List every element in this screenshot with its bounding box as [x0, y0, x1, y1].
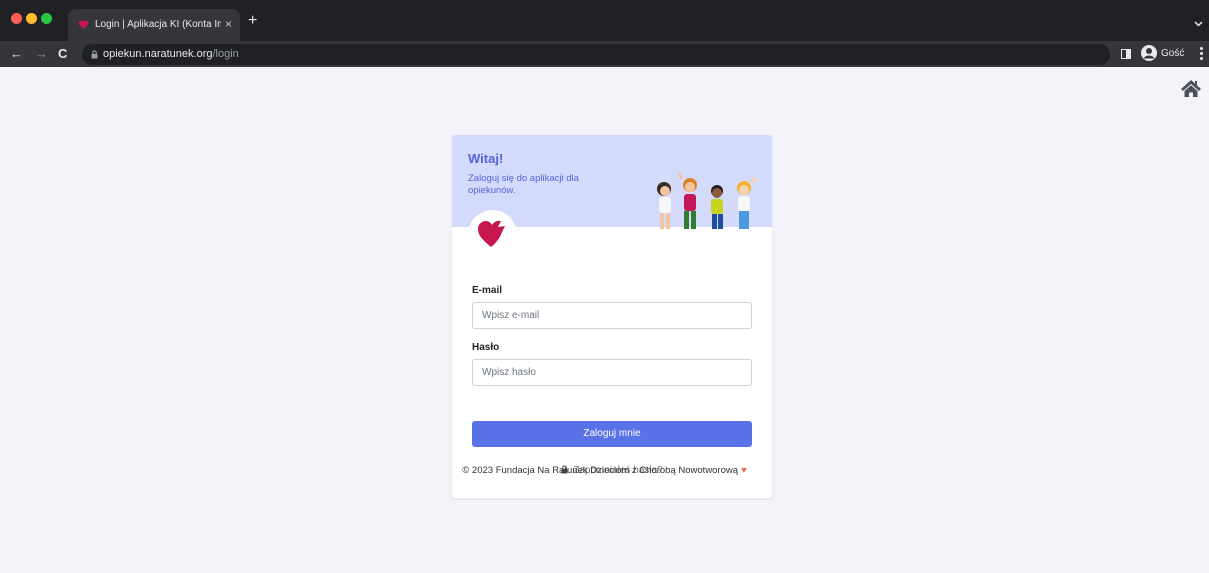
tab-search-chevron-icon[interactable] — [1194, 21, 1203, 27]
password-input[interactable]: Wpisz hasło — [472, 359, 752, 386]
reload-button[interactable]: C — [58, 45, 67, 63]
footer-copyright: © 2023 Fundacja Na Ratunek Dzieciom z Ch… — [462, 465, 739, 476]
email-label: E-mail — [472, 285, 503, 296]
browser-toolbar: ← → C opiekun.naratunek.org/login Gość — [0, 41, 1209, 67]
page-body: Witaj! Zaloguj się do aplikacji dla opie… — [8, 67, 1209, 573]
forward-button[interactable]: → — [35, 45, 48, 63]
browser-menu-icon[interactable] — [1200, 47, 1203, 61]
profile-label: Gość — [1161, 48, 1185, 59]
new-tab-button[interactable]: + — [248, 13, 257, 29]
window-maximize-button[interactable] — [41, 13, 52, 24]
browser-tab-bar: Login | Aplikacja KI (Konta Imie × + — [0, 0, 1209, 41]
window-minimize-button[interactable] — [26, 13, 37, 24]
email-placeholder: Wpisz e-mail — [482, 310, 540, 321]
email-input[interactable]: Wpisz e-mail — [472, 302, 752, 329]
url-path: /login — [212, 48, 239, 60]
heart-favicon-icon — [78, 20, 89, 30]
url-text: opiekun.naratunek.org/login — [103, 48, 239, 60]
window-close-button[interactable] — [11, 13, 22, 24]
home-icon[interactable] — [1180, 79, 1202, 98]
url-domain: opiekun.naratunek.org — [103, 48, 213, 60]
children-illustration-icon — [657, 173, 758, 229]
address-bar[interactable]: opiekun.naratunek.org/login — [82, 44, 1110, 65]
back-button[interactable]: ← — [10, 45, 23, 63]
brand-logo — [468, 210, 517, 259]
login-card: Witaj! Zaloguj się do aplikacji dla opie… — [452, 135, 772, 498]
tab-close-icon[interactable]: × — [225, 17, 232, 31]
password-label: Hasło — [472, 342, 500, 353]
tab-title: Login | Aplikacja KI (Konta Imie — [95, 19, 221, 30]
welcome-heading: Witaj! — [468, 151, 504, 166]
page-footer: © 2023 Fundacja Na Ratunek Dzieciom z Ch… — [0, 465, 1209, 476]
lock-icon — [91, 50, 98, 59]
login-subtitle: Zaloguj się do aplikacji dla opiekunów. — [468, 173, 579, 196]
heart-icon: ♥ — [741, 465, 747, 476]
login-button[interactable]: Zaloguj mnie — [472, 421, 752, 447]
side-panel-icon[interactable] — [1121, 49, 1131, 59]
browser-tab[interactable]: Login | Aplikacja KI (Konta Imie × — [68, 9, 240, 41]
profile-icon — [1141, 45, 1157, 61]
heart-logo-icon — [478, 220, 505, 247]
password-placeholder: Wpisz hasło — [482, 367, 536, 378]
